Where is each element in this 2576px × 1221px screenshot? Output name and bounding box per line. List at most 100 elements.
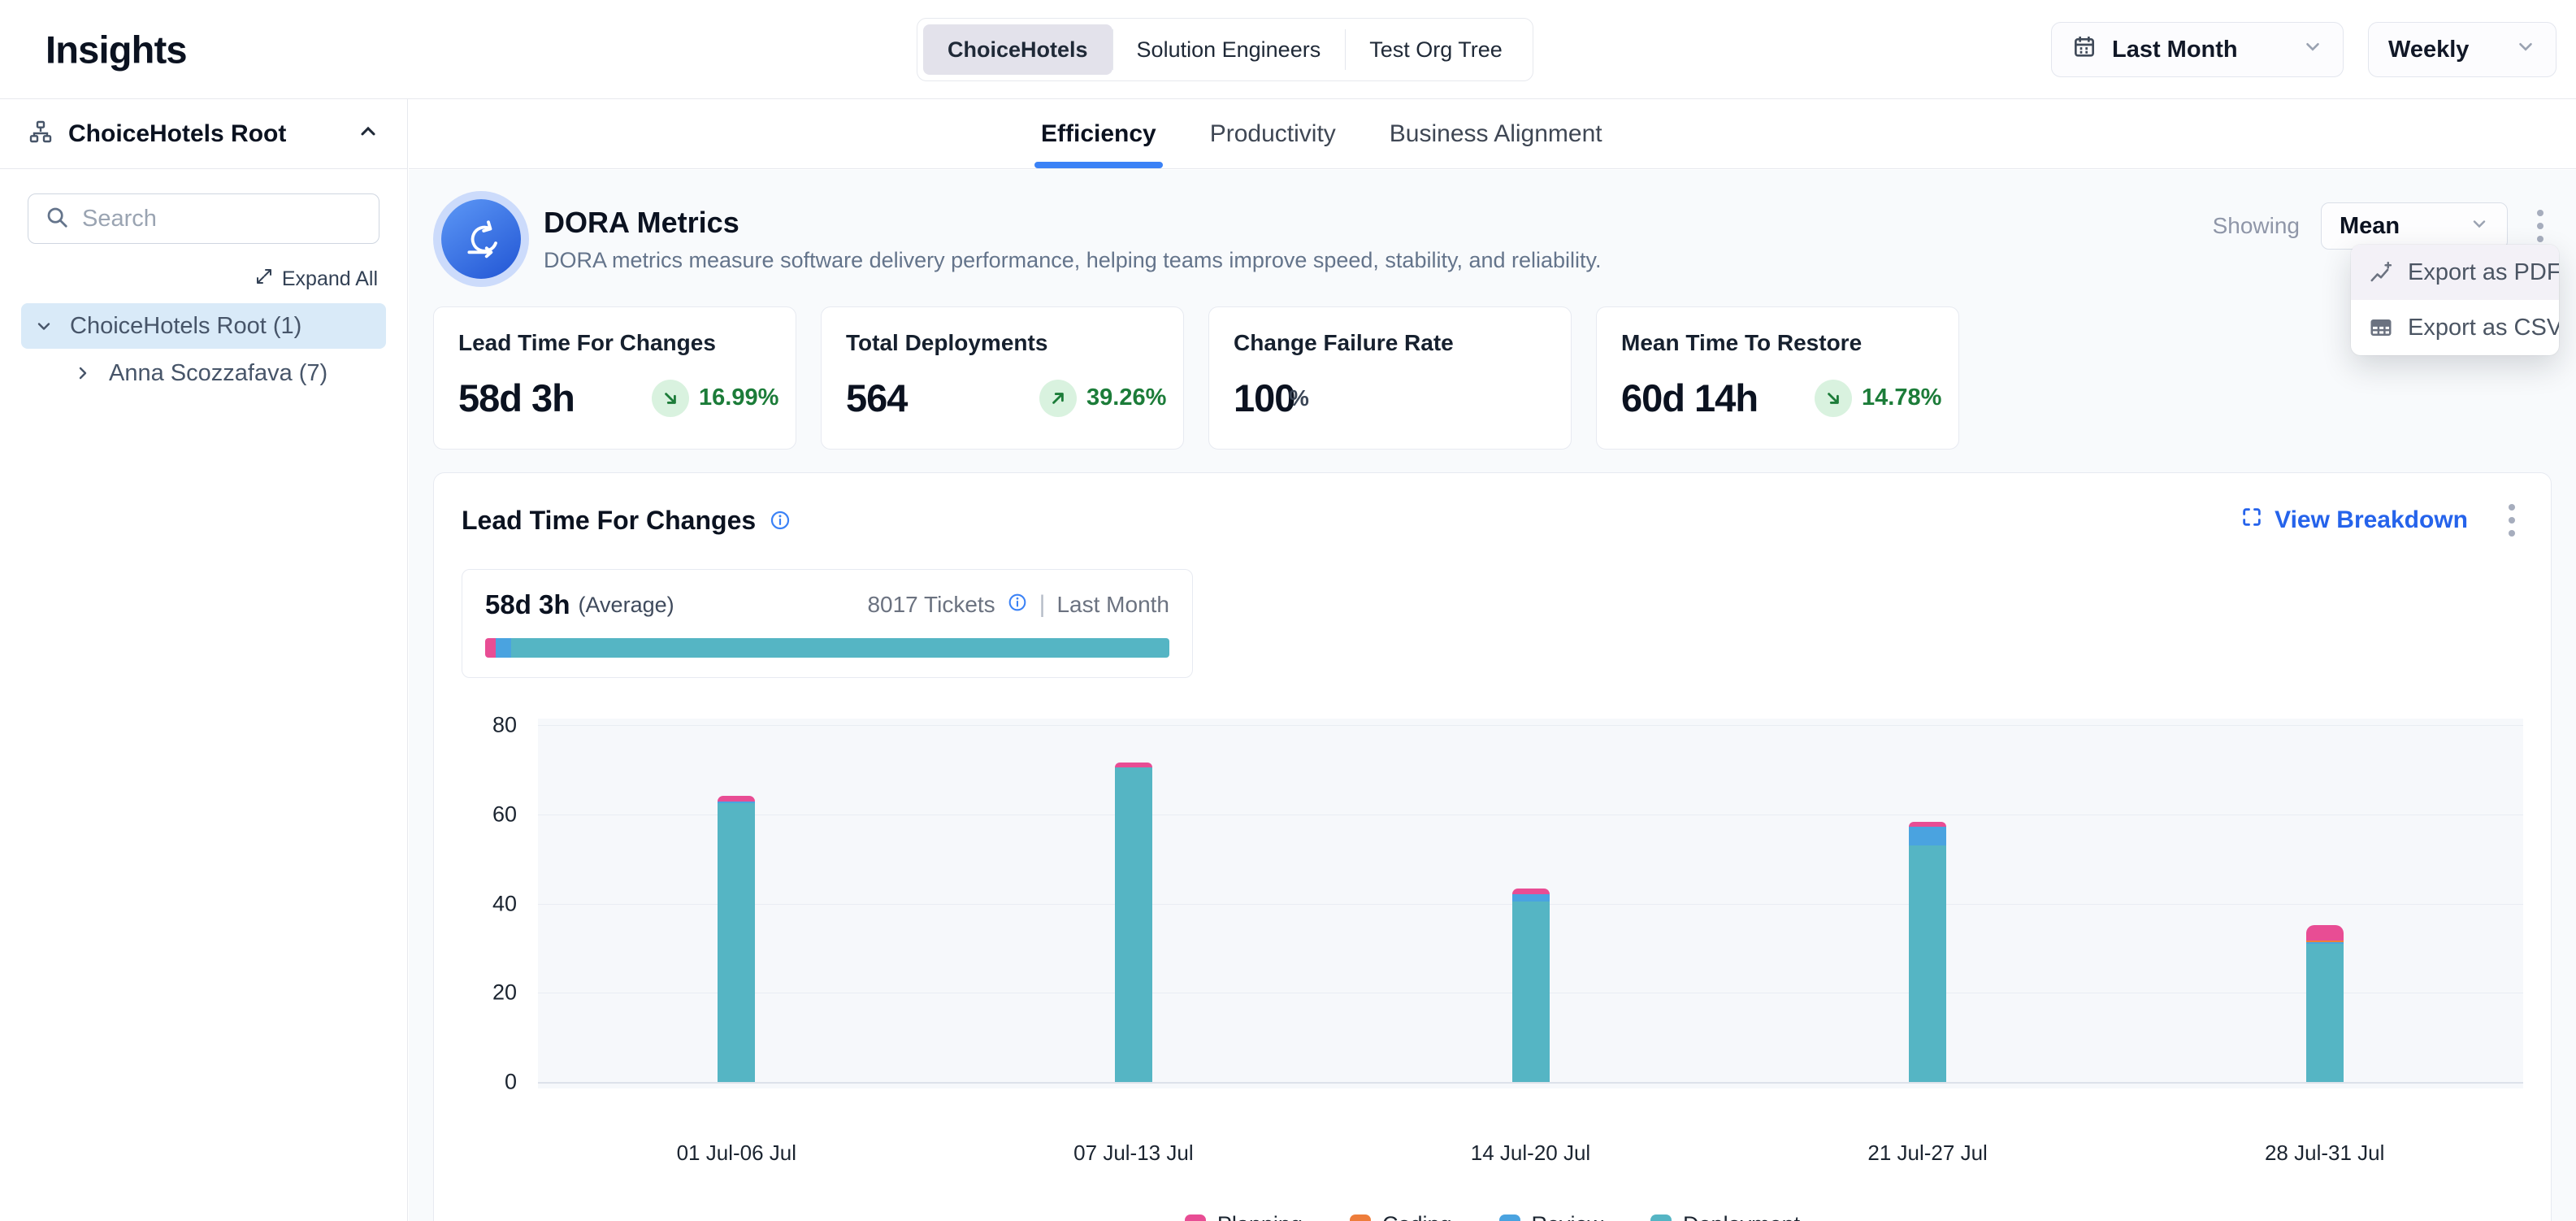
tab-productivity[interactable]: Productivity [1210, 99, 1336, 168]
summary-qualifier: (Average) [579, 593, 674, 618]
tree-item-label: ChoiceHotels Root (1) [70, 313, 301, 340]
stacked-bar[interactable] [1909, 822, 1946, 1082]
org-tree: ChoiceHotels Root (1) Anna Scozzafava (7) [0, 303, 407, 396]
tab-label: Efficiency [1041, 120, 1156, 148]
trend-badge: 16.99% [652, 380, 778, 417]
chart-card-actions: View Breakdown [2240, 499, 2523, 541]
x-axis-tick-label: 07 Jul-13 Jul [1073, 1141, 1193, 1166]
menu-item-label: Export as PDF [2408, 259, 2559, 286]
tab-label: Business Alignment [1390, 120, 1602, 148]
y-axis-tick-label: 80 [462, 713, 517, 738]
showing-select[interactable]: Mean [2321, 202, 2508, 250]
info-icon[interactable] [1007, 592, 1028, 619]
org-tab-solution-engineers[interactable]: Solution Engineers [1112, 24, 1346, 75]
summary-period: Last Month [1056, 592, 1169, 618]
trend-percentage: 16.99% [699, 385, 778, 411]
stacked-bar[interactable] [1115, 763, 1152, 1082]
chevron-up-icon[interactable] [357, 120, 379, 147]
sidebar-search[interactable] [28, 193, 379, 244]
progress-segment-planning [485, 638, 496, 658]
tree-item-label: Anna Scozzafava (7) [109, 360, 327, 387]
metric-card: Total Deployments56439.26% [821, 306, 1184, 450]
date-range-select[interactable]: Last Month [2051, 22, 2344, 77]
date-range-value: Last Month [2112, 37, 2238, 63]
summary-meta: 8017 Tickets | Last Month [867, 591, 1169, 619]
showing-label: Showing [2213, 213, 2300, 239]
legend-item-coding: Coding [1350, 1212, 1452, 1221]
tab-active-underline [1034, 162, 1163, 168]
org-tab-choicehotels[interactable]: ChoiceHotels [923, 24, 1112, 75]
trend-percentage: 14.78% [1862, 385, 1941, 411]
page-title: Insights [46, 27, 187, 72]
main-content: DORA Metrics DORA metrics measure softwa… [409, 170, 2576, 1221]
stacked-bar[interactable] [1512, 889, 1550, 1082]
lead-time-chart-card: Lead Time For Changes View Breakdown [433, 472, 2552, 1221]
legend-item-planning: Planning [1185, 1212, 1303, 1221]
legend-chip-planning [1185, 1214, 1206, 1221]
metric-card-value-row: 58d 3h16.99% [458, 376, 771, 420]
search-input[interactable] [82, 206, 362, 232]
tabs-row: Efficiency Productivity Business Alignment [409, 99, 2576, 169]
menu-item-label: Export as CSV [2408, 315, 2559, 341]
sidebar-header[interactable]: ChoiceHotels Root [0, 99, 407, 169]
legend-chip-deployment [1650, 1214, 1672, 1221]
sidebar-title: ChoiceHotels Root [68, 120, 286, 148]
export-menu: Export as PDF Export as CSV [2351, 245, 2559, 355]
arrow-down-right-icon [1823, 388, 1844, 409]
x-axis-tick-label: 14 Jul-20 Jul [1471, 1141, 1590, 1166]
chart-kebab-menu-button[interactable] [2500, 499, 2523, 541]
stacked-bar[interactable] [2306, 925, 2344, 1082]
org-hierarchy-icon [28, 119, 54, 149]
lead-time-summary-card: 58d 3h (Average) 8017 Tickets | Last Mon… [462, 569, 1193, 678]
menu-item-export-as-pdf[interactable]: Export as PDF [2351, 245, 2559, 300]
trend-badge: 14.78% [1815, 380, 1941, 417]
metric-card-value: 564 [846, 376, 1039, 420]
bar-segment-planning [1512, 889, 1550, 894]
chevron-down-icon [2302, 36, 2323, 63]
summary-tickets: 8017 Tickets [867, 592, 995, 618]
menu-item-export-as-csv[interactable]: Export as CSV [2351, 300, 2559, 355]
metric-card-unit: % [1289, 385, 1309, 411]
plot-area: 020406080 [538, 719, 2523, 1088]
header-controls: Last Month Weekly [2051, 22, 2556, 77]
view-breakdown-label: View Breakdown [2275, 506, 2468, 534]
view-breakdown-button[interactable]: View Breakdown [2240, 506, 2468, 535]
legend-label: Deployment [1683, 1212, 1800, 1221]
tab-efficiency[interactable]: Efficiency [1041, 99, 1156, 168]
metric-card: Lead Time For Changes58d 3h16.99% [433, 306, 796, 450]
metric-cards: Lead Time For Changes58d 3h16.99%Total D… [433, 306, 2552, 450]
metric-card: Mean Time To Restore60d 14h14.78% [1596, 306, 1959, 450]
granularity-select[interactable]: Weekly [2368, 22, 2556, 77]
dora-description: DORA metrics measure software delivery p… [544, 248, 1602, 273]
x-axis-tick-label: 21 Jul-27 Jul [1867, 1141, 1987, 1166]
gridline-80 [538, 725, 2523, 726]
expand-all-button[interactable]: Expand All [29, 267, 378, 292]
bar-segment-deployment [1512, 902, 1550, 1082]
chevron-down-icon [2470, 213, 2489, 240]
x-axis-tick-label: 01 Jul-06 Jul [677, 1141, 796, 1166]
trend-down-icon [652, 380, 689, 417]
bar-segment-review [1512, 894, 1550, 902]
dora-controls: Showing Mean [2213, 202, 2552, 250]
chart-legend: Planning Coding Review Deployment [462, 1212, 2523, 1221]
org-tab-test-org-tree[interactable]: Test Org Tree [1345, 24, 1527, 75]
dora-kebab-menu-button[interactable] [2529, 205, 2552, 247]
tree-item[interactable]: Anna Scozzafava (7) [60, 350, 386, 396]
legend-label: Review [1532, 1212, 1604, 1221]
dora-title: DORA Metrics [544, 206, 1602, 240]
expand-all-icon [254, 267, 274, 292]
summary-separator: | [1039, 591, 1046, 619]
tab-business-alignment[interactable]: Business Alignment [1390, 99, 1602, 168]
expand-corners-icon [2240, 506, 2263, 535]
chart-wrap: 020406080 01 Jul-06 Jul 07 Jul-13 Jul 14 J… [538, 719, 2523, 1167]
legend-chip-coding [1350, 1214, 1371, 1221]
stacked-bar[interactable] [718, 796, 755, 1082]
granularity-value: Weekly [2388, 37, 2469, 63]
x-axis-tick-label: 28 Jul-31 Jul [2265, 1141, 2384, 1166]
info-icon[interactable] [769, 509, 791, 532]
metric-card-value: 60d 14h [1621, 376, 1815, 420]
tree-item[interactable]: ChoiceHotels Root (1) [21, 303, 386, 349]
calendar-icon [2071, 33, 2097, 66]
legend-label: Planning [1217, 1212, 1303, 1221]
metric-card-value-row: 60d 14h14.78% [1621, 376, 1934, 420]
